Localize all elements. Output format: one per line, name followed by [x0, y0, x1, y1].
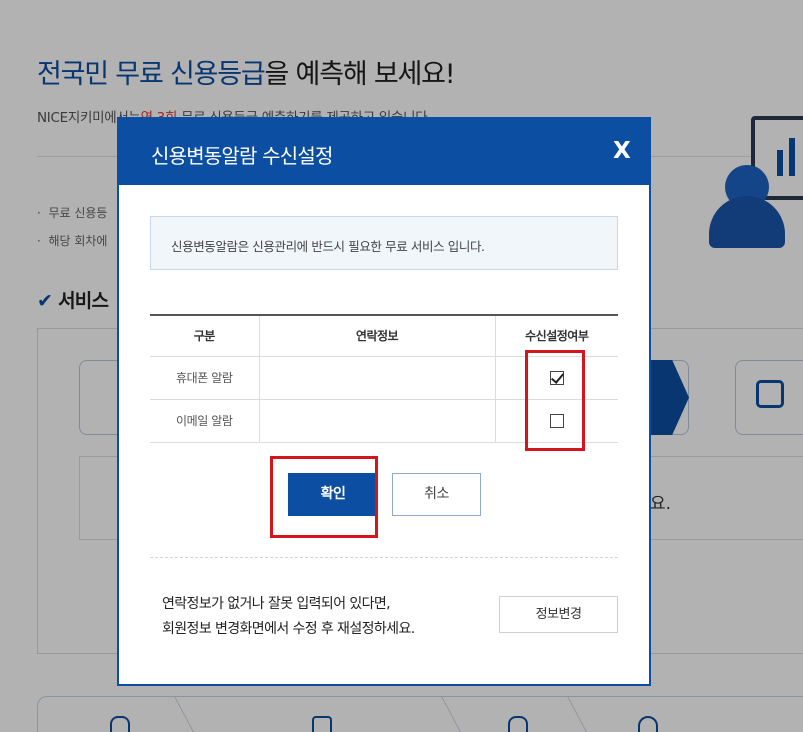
modal-header: 신용변동알람 수신설정 X [119, 119, 649, 185]
info-text: 신용변동알람은 신용관리에 반드시 필요한 무료 서비스 입니다. [171, 239, 485, 254]
phone-alarm-checkbox[interactable] [549, 370, 564, 385]
cancel-button[interactable]: 취소 [392, 473, 481, 516]
table-row: 이메일 알람 [150, 398, 618, 443]
dashed-divider [150, 557, 618, 558]
contact-cell [258, 355, 496, 400]
info-change-button[interactable]: 정보변경 [499, 596, 618, 633]
alarm-type-cell: 이메일 알람 [150, 398, 260, 443]
info-box: 신용변동알람은 신용관리에 반드시 필요한 무료 서비스 입니다. [150, 216, 618, 270]
confirm-button[interactable]: 확인 [288, 473, 378, 516]
alarm-type-cell: 휴대폰 알람 [150, 355, 260, 400]
modal-title: 신용변동알람 수신설정 [151, 144, 333, 168]
receive-setting-cell [494, 398, 618, 443]
footer-notice: 연락정보가 없거나 잘못 입력되어 있다면, 회원정보 변경화면에서 수정 후 … [162, 596, 415, 637]
contact-cell [258, 398, 496, 443]
column-header: 연락정보 [258, 314, 496, 357]
close-icon[interactable]: X [613, 138, 631, 164]
table-header-row: 구분 연락정보 수신설정여부 [150, 314, 618, 357]
alarm-settings-modal: 신용변동알람 수신설정 X 신용변동알람은 신용관리에 반드시 필요한 무료 서… [117, 117, 651, 686]
email-alarm-checkbox[interactable] [549, 413, 564, 428]
column-header: 수신설정여부 [494, 314, 618, 357]
alarm-table: 구분 연락정보 수신설정여부 휴대폰 알람 이메일 알람 [150, 314, 618, 443]
receive-setting-cell [494, 355, 618, 400]
table-row: 휴대폰 알람 [150, 355, 618, 400]
column-header: 구분 [150, 314, 260, 357]
